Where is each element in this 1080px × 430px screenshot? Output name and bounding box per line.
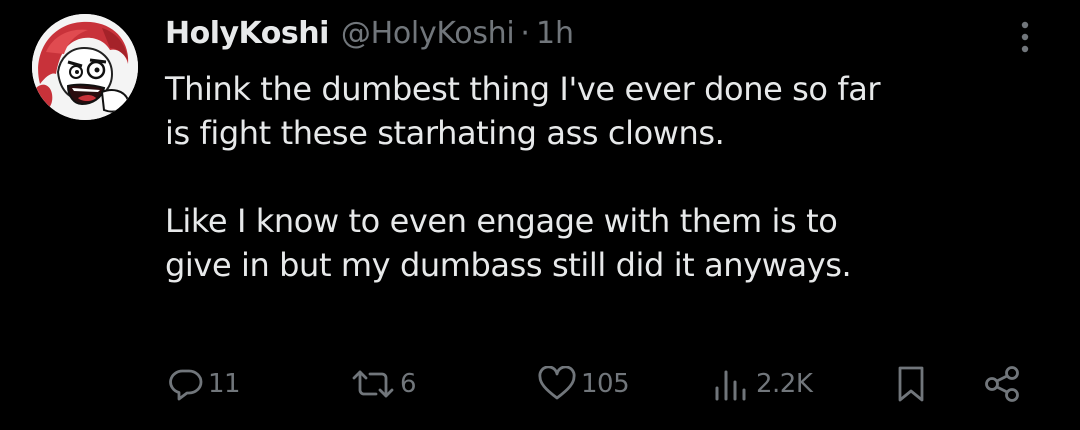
views-count: 2.2K bbox=[756, 369, 813, 399]
like-count: 105 bbox=[581, 369, 630, 399]
heart-icon bbox=[538, 366, 576, 400]
share-button[interactable] bbox=[982, 358, 1022, 410]
more-vertical-icon bbox=[1021, 21, 1029, 53]
tweet-text-line: Like I know to even engage with them is … bbox=[165, 202, 838, 240]
tweet-actions: 11 6 105 2.2K bbox=[0, 358, 1080, 410]
bookmark-icon bbox=[898, 366, 924, 402]
avatar[interactable] bbox=[32, 14, 138, 120]
reply-icon bbox=[169, 369, 203, 401]
views-chart-icon bbox=[715, 370, 746, 401]
reply-count: 11 bbox=[208, 369, 241, 399]
timestamp[interactable]: 1h bbox=[536, 16, 574, 51]
views-button[interactable]: 2.2K bbox=[712, 358, 813, 410]
display-name[interactable]: HolyKoshi bbox=[165, 16, 329, 51]
tweet-text: Think the dumbest thing I've ever done s… bbox=[165, 67, 1045, 287]
tweet-text-line: is fight these starhating ass clowns. bbox=[165, 114, 725, 152]
share-icon bbox=[985, 366, 1019, 402]
repost-count: 6 bbox=[400, 369, 417, 399]
repost-icon bbox=[352, 370, 394, 398]
avatar-image bbox=[32, 14, 138, 120]
separator-dot: · bbox=[520, 15, 530, 51]
more-menu-button[interactable] bbox=[1008, 14, 1042, 58]
reply-button[interactable]: 11 bbox=[168, 358, 241, 410]
user-handle[interactable]: @HolyKoshi bbox=[341, 16, 515, 51]
bookmark-button[interactable] bbox=[893, 358, 929, 410]
repost-button[interactable]: 6 bbox=[350, 358, 417, 410]
like-button[interactable]: 105 bbox=[537, 358, 630, 410]
tweet-text-line: Think the dumbest thing I've ever done s… bbox=[165, 70, 881, 108]
tweet[interactable]: HolyKoshi @HolyKoshi · 1h Think the dumb… bbox=[0, 0, 1080, 430]
tweet-header: HolyKoshi @HolyKoshi · 1h bbox=[165, 10, 574, 56]
tweet-text-line: give in but my dumbass still did it anyw… bbox=[165, 246, 852, 284]
